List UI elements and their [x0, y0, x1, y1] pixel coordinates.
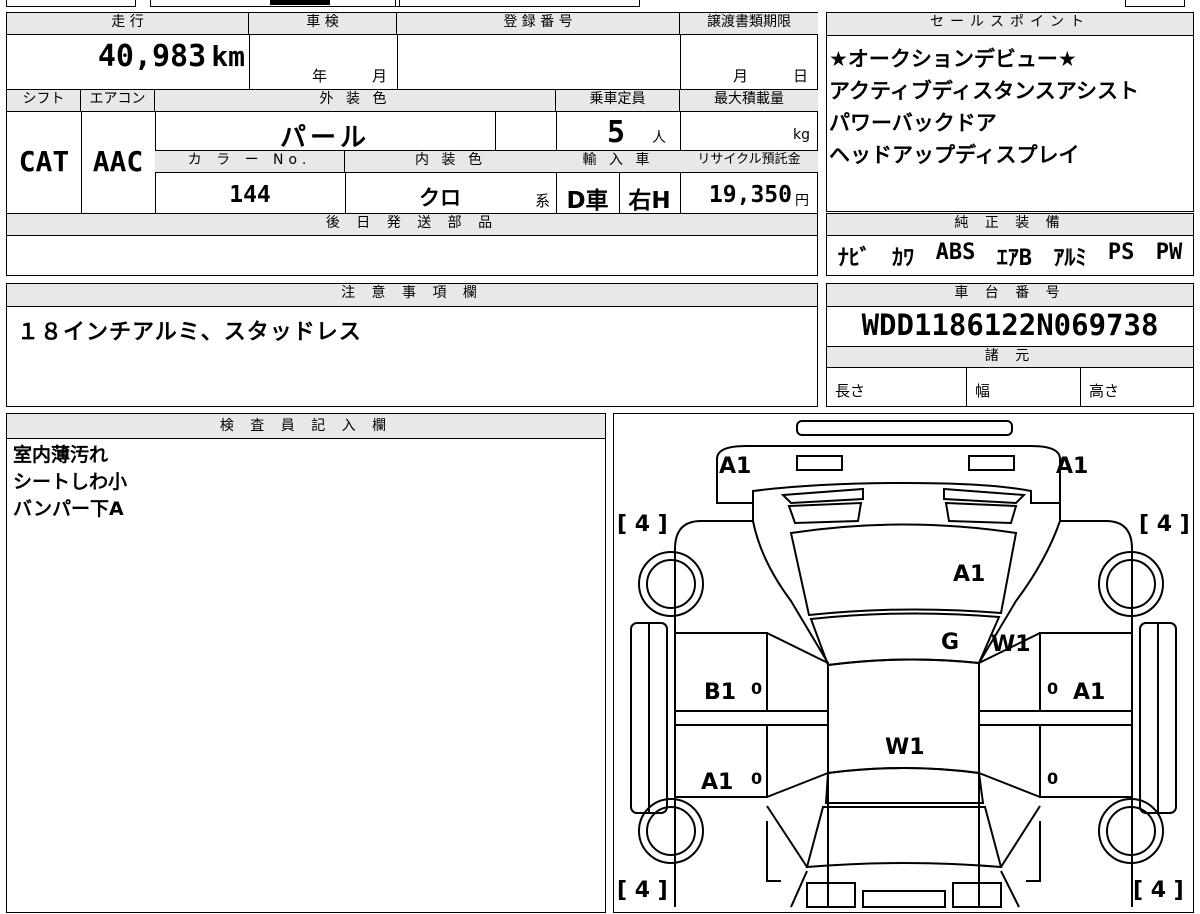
tire-label-front-left: [ 4 ] [617, 512, 668, 537]
equipment-item: ｱﾙﾐ [1053, 246, 1087, 271]
recycle-fee-label: リサイクル預託金 [680, 151, 818, 173]
mark-hood: A1 [953, 562, 985, 587]
interior-color-suffix: 系 [535, 192, 551, 210]
mark-front-left: A1 [719, 454, 751, 479]
mark-front-right: A1 [1056, 454, 1088, 479]
import-type: D車 [566, 188, 609, 214]
notes-label: 注 意 事 項 欄 [7, 284, 817, 307]
max-load-unit: kg [793, 127, 810, 143]
equipment-panel: 純 正 装 備 ﾅﾋﾞ ｶﾜ ABS ｴｱB ｱﾙﾐ PS PW [826, 213, 1194, 276]
capacity-unit: 人 [652, 130, 666, 146]
inspector-note-line: シートしわ小 [13, 471, 128, 493]
color-no-value: 144 [229, 182, 271, 208]
chassis-label: 車 台 番 号 [827, 284, 1193, 307]
top-strip [0, 0, 1200, 8]
capacity-label: 乗車定員 [556, 90, 680, 112]
mark-roof: W1 [885, 735, 925, 760]
sales-point-line: ヘッドアップディスプレイ [829, 143, 1080, 167]
recycle-fee-unit: 円 [795, 193, 809, 209]
shaken-month: 月 [372, 67, 388, 85]
max-load-label: 最大積載量 [680, 90, 818, 112]
equipment-item: PW [1155, 240, 1183, 265]
vin-value: WDD1186122N069738 [861, 308, 1159, 342]
mark-left-rear-door: A1 [701, 770, 733, 795]
shaken-label: 車 検 [249, 13, 397, 35]
interior-color-label: 内 装 色 [345, 151, 556, 173]
transfer-day: 日 [793, 67, 809, 85]
sales-point-line: ★オークションデビュー★ [829, 47, 1077, 71]
shift-value: CAT [18, 145, 70, 178]
height-label: 高さ [1089, 382, 1120, 400]
interior-color-value: クロ [419, 186, 461, 210]
transfer-month: 月 [733, 67, 749, 85]
equipment-label: 純 正 装 備 [827, 214, 1193, 236]
vehicle-info-grid: 走 行 車 検 登 録 番 号 譲渡書類期限 40,983 km 年 月 月 日… [6, 12, 818, 276]
capacity-value: 5 [607, 115, 626, 150]
sales-point-line: アクティブディスタンスアシスト [829, 79, 1139, 103]
zero-mark: 0 [1047, 769, 1058, 788]
color-no-label: カ ラ ー No. [155, 151, 345, 173]
equipment-item: ｶﾜ [892, 246, 915, 271]
width-label: 幅 [975, 382, 991, 400]
equipment-item: ABS [935, 240, 976, 265]
sales-points-label: セールスポイント [827, 13, 1193, 36]
ac-value: AAC [92, 145, 144, 178]
sales-points-panel: セールスポイント ★オークションデビュー★ アクティブディスタンスアシスト パワ… [826, 12, 1194, 212]
sales-points-list: ★オークションデビュー★ アクティブディスタンスアシスト パワーバックドア ヘッ… [829, 43, 1139, 171]
shaken-year: 年 [312, 67, 328, 85]
mark-left-front-door: B1 [704, 680, 736, 705]
tire-label-front-right: [ 4 ] [1139, 512, 1190, 537]
zero-mark: 0 [1047, 679, 1058, 698]
car-diagram-panel: A1 A1 A1 G W1 B1 A1 W1 A1 [ 4 ] [ 4 ] [ … [613, 413, 1194, 913]
reg-number-label: 登 録 番 号 [397, 13, 680, 35]
mark-windshield-g: G [941, 630, 959, 655]
ac-label: エアコン [81, 90, 155, 112]
mark-windshield-w: W1 [991, 632, 1031, 657]
inspector-note-line: 室内薄汚れ [13, 444, 109, 466]
equipment-item: PS [1107, 240, 1135, 265]
equipment-item: ﾅﾋﾞ [837, 246, 871, 271]
mileage-number: 40,983 [97, 39, 207, 74]
mileage-value: 40,983 km [7, 39, 245, 74]
length-label: 長さ [835, 382, 866, 400]
tire-label-rear-right: [ 4 ] [1133, 878, 1184, 903]
inspector-panel: 検 査 員 記 入 欄 室内薄汚れ シートしわ小 バンパー下A [6, 413, 606, 913]
inspector-note-line: バンパー下A [13, 498, 124, 520]
handle-side: 右H [628, 188, 671, 214]
zero-mark: 0 [751, 679, 762, 698]
sales-point-line: パワーバックドア [829, 111, 997, 135]
car-diagram: A1 A1 A1 G W1 B1 A1 W1 A1 [ 4 ] [ 4 ] [ … [617, 420, 1190, 908]
notes-text: １８インチアルミ、スタッドレス [17, 320, 362, 345]
mileage-unit: km [211, 40, 245, 73]
mark-right-front-door: A1 [1073, 680, 1105, 705]
tire-label-rear-left: [ 4 ] [617, 878, 668, 903]
shift-label: シフト [7, 90, 81, 112]
zero-mark: 0 [751, 769, 762, 788]
notes-panel: 注 意 事 項 欄 １８インチアルミ、スタッドレス [6, 283, 818, 407]
equipment-item: ｴｱB [996, 246, 1032, 271]
transfer-deadline-label: 譲渡書類期限 [680, 13, 818, 35]
exterior-color-label: 外 装 色 [155, 90, 556, 112]
inspector-notes: 室内薄汚れ シートしわ小 バンパー下A [13, 442, 127, 523]
spec-label: 諸 元 [827, 346, 1193, 368]
inspector-label: 検 査 員 記 入 欄 [7, 414, 605, 439]
import-label: 輸 入 車 [556, 151, 680, 173]
equipment-list: ﾅﾋﾞ ｶﾜ ABS ｴｱB ｱﾙﾐ PS PW [827, 240, 1193, 272]
mileage-label: 走 行 [7, 13, 249, 35]
recycle-fee-value: 19,350 [708, 182, 792, 208]
later-parts-label: 後 日 発 送 部 品 [7, 214, 817, 236]
chassis-panel: 車 台 番 号 WDD1186122N069738 諸 元 長さ 幅 高さ [826, 283, 1194, 407]
exterior-color-value: パール [279, 123, 370, 153]
